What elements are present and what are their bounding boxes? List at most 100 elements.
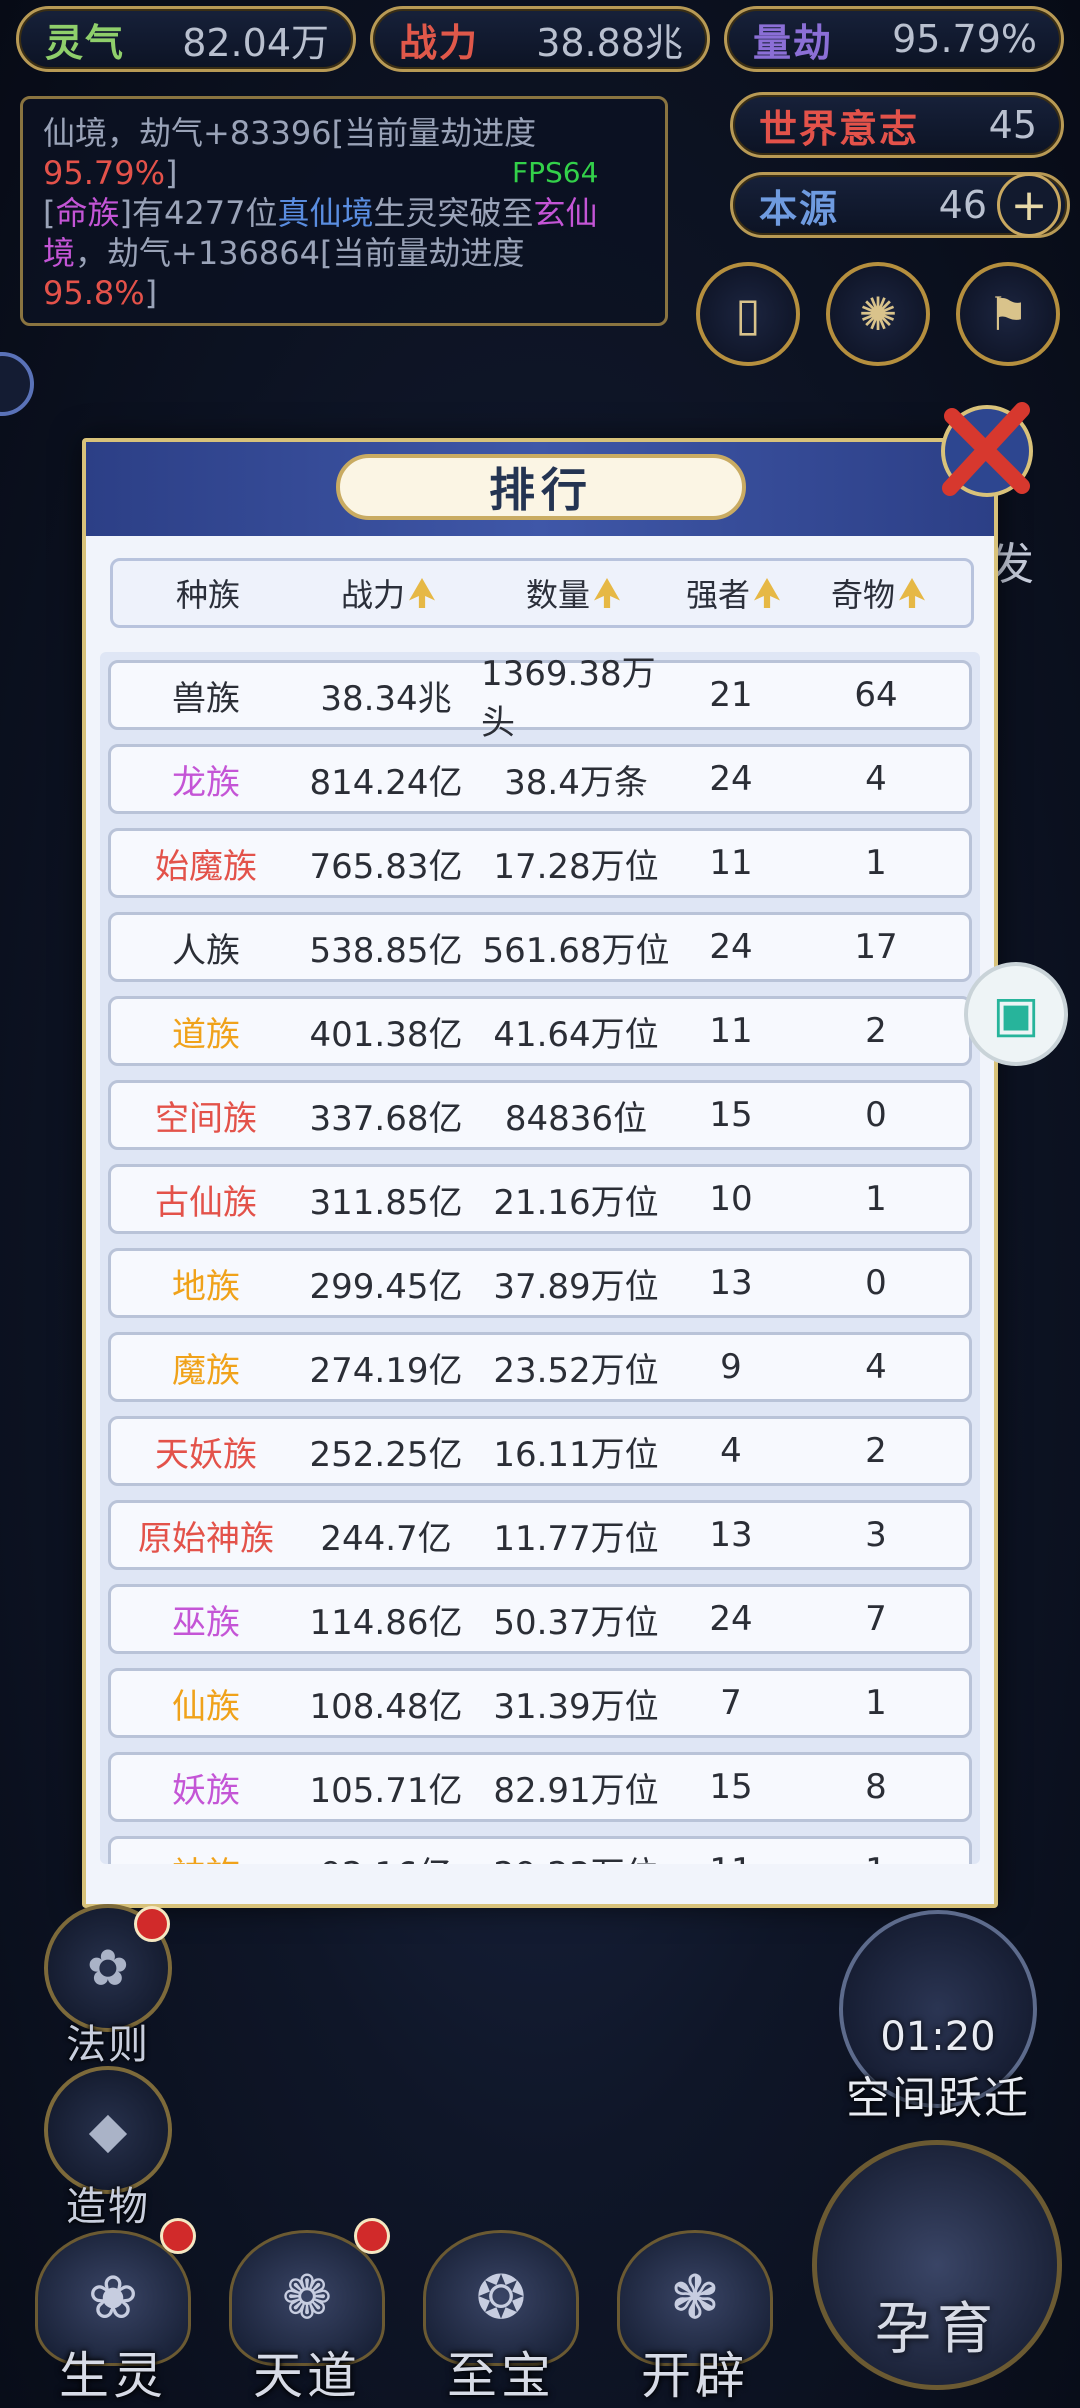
row-power: 274.19亿 — [309, 1350, 463, 1391]
row-race: 龙族 — [172, 762, 240, 803]
zhibao-button[interactable]: ❂ 至宝 — [416, 2230, 586, 2408]
table-row[interactable]: 古仙族 311.85亿 21.16万位 10 1 — [108, 1164, 972, 1234]
zaowu-label: 造物 — [66, 2184, 150, 2230]
row-treasure: 7 — [865, 1599, 887, 1639]
row-race: 天妖族 — [155, 1434, 257, 1475]
liangjie-stat: 量劫 95.79% — [724, 6, 1064, 72]
lingqi-value: 82.04万 — [182, 20, 329, 65]
row-race: 神族 — [131, 1839, 281, 1865]
table-row[interactable]: 地族 299.45亿 37.89万位 13 0 — [108, 1248, 972, 1318]
header-treasure-label: 奇物 — [830, 576, 895, 614]
row-race: 古仙族 — [155, 1182, 257, 1223]
yunyu-button[interactable]: 孕育 — [812, 2140, 1062, 2390]
log-realm: 境 — [43, 234, 76, 272]
header-strong[interactable]: 强者 — [673, 561, 793, 625]
row-treasure: 4 — [865, 759, 887, 799]
row-strong: 11 — [671, 1839, 791, 1864]
row-power: 337.68亿 — [309, 1098, 463, 1139]
log-line-4: 95.8%] — [43, 273, 645, 313]
header-power-label: 战力 — [340, 576, 405, 614]
row-count: 561.68万位 — [482, 930, 670, 971]
header-count[interactable]: 数量 — [493, 561, 653, 625]
header-treasure[interactable]: 奇物 — [813, 561, 943, 625]
space-jump-time: 01:20 — [880, 2014, 996, 2060]
row-power: 92.16亿 — [301, 1839, 471, 1865]
table-row[interactable]: 仙族 108.48亿 31.39万位 7 1 — [108, 1668, 972, 1738]
header-race: 种族 — [133, 561, 283, 625]
row-count: 1369.38万头 — [481, 654, 656, 743]
ranking-list[interactable]: 兽族 38.34兆 1369.38万头 21 64 龙族 814.24亿 38.4万条 24 4 始… — [100, 652, 980, 1864]
table-row[interactable]: 道族 401.38亿 41.64万位 11 2 — [108, 996, 972, 1066]
row-power: 105.71亿 — [309, 1770, 463, 1811]
right-edge-button[interactable]: 发 — [990, 520, 1080, 600]
shengling-button[interactable]: ❀ 生灵 — [28, 2230, 198, 2408]
row-count: 21.16万位 — [493, 1182, 659, 1223]
left-edge-badge[interactable] — [0, 352, 34, 416]
space-jump-label: 空间跃迁 — [846, 2073, 1030, 2124]
table-row[interactable]: 巫族 114.86亿 50.37万位 24 7 — [108, 1584, 972, 1654]
cube-icon[interactable]: ▣ — [964, 962, 1068, 1066]
ranking-table-header: 种族 战力 数量 强者 奇物 — [110, 558, 974, 628]
modal-title: 排行 — [336, 454, 746, 520]
table-row[interactable]: 妖族 105.71亿 82.91万位 15 8 — [108, 1752, 972, 1822]
row-race: 地族 — [172, 1266, 240, 1307]
card-icon[interactable]: ▯ — [696, 262, 800, 366]
row-strong: 7 — [720, 1683, 742, 1723]
row-treasure: 17 — [854, 927, 898, 967]
sort-arrow-icon — [754, 578, 780, 608]
log-text: ] — [144, 274, 158, 312]
event-log: 仙境，劫气+83396[当前量劫进度 95.79%] [命族]有4277位真仙境… — [20, 96, 668, 326]
row-race: 妖族 — [172, 1770, 240, 1811]
row-power: 244.7亿 — [320, 1518, 452, 1559]
row-treasure: 1 — [865, 1179, 887, 1219]
lingqi-stat: 灵气 82.04万 — [16, 6, 356, 72]
row-power: 765.83亿 — [309, 846, 463, 887]
table-row[interactable]: 始魔族 765.83亿 17.28万位 11 1 — [108, 828, 972, 898]
log-realm: 真仙境 — [277, 194, 374, 232]
row-race: 空间族 — [155, 1098, 257, 1139]
row-treasure: 1 — [865, 843, 887, 883]
notification-dot — [160, 2218, 196, 2254]
scroll-icon[interactable]: ⚑ — [956, 262, 1060, 366]
kaipi-button[interactable]: ❃ 开辟 — [610, 2230, 780, 2408]
table-row[interactable]: 天妖族 252.25亿 16.11万位 4 2 — [108, 1416, 972, 1486]
benyuan-value: 46 — [938, 183, 987, 227]
fps-counter: FPS64 — [512, 156, 599, 189]
table-row[interactable]: 原始神族 244.7亿 11.77万位 13 3 — [108, 1500, 972, 1570]
zaowu-button[interactable]: ◆ 造物 — [44, 2066, 172, 2232]
header-power[interactable]: 战力 — [313, 561, 463, 625]
table-row[interactable]: 魔族 274.19亿 23.52万位 9 4 — [108, 1332, 972, 1402]
row-strong: 13 — [709, 1515, 753, 1555]
row-count: 41.64万位 — [493, 1014, 659, 1055]
table-row[interactable]: 兽族 38.34兆 1369.38万头 21 64 — [108, 654, 972, 743]
row-strong: 24 — [709, 1599, 753, 1639]
zhibao-label: 至宝 — [447, 2347, 555, 2405]
log-line-2: [命族]有4277位真仙境生灵突破至玄仙 — [43, 193, 645, 233]
close-icon[interactable] — [932, 396, 1042, 506]
table-row[interactable]: 龙族 814.24亿 38.4万条 24 4 — [108, 744, 972, 814]
row-treasure: 2 — [865, 1431, 887, 1471]
sort-arrow-icon — [594, 578, 620, 608]
row-count: 38.4万条 — [504, 762, 648, 803]
log-text: ，劫气+136864[当前量劫进度 — [75, 234, 525, 272]
row-race: 巫族 — [172, 1602, 240, 1643]
header-count-label: 数量 — [525, 576, 590, 614]
shengling-label: 生灵 — [59, 2347, 167, 2405]
zhanli-value: 38.88兆 — [536, 20, 683, 65]
tiandao-button[interactable]: ❁ 天道 — [222, 2230, 392, 2408]
table-row[interactable]: 空间族 337.68亿 84836位 15 0 — [108, 1080, 972, 1150]
row-strong: 21 — [709, 675, 753, 715]
vortex-icon[interactable]: ✺ — [826, 262, 930, 366]
row-treasure: 3 — [865, 1515, 887, 1555]
row-race: 道族 — [172, 1014, 240, 1055]
zhanli-label: 战力 — [399, 20, 480, 65]
add-benyuan-button[interactable]: + — [997, 173, 1061, 237]
row-race: 人族 — [172, 930, 240, 971]
table-row[interactable]: 人族 538.85亿 561.68万位 24 17 — [108, 912, 972, 982]
space-jump-button[interactable]: 01:20 空间跃迁 — [838, 1910, 1038, 2124]
notification-dot — [354, 2218, 390, 2254]
row-count: 31.39万位 — [493, 1686, 659, 1727]
row-race: 始魔族 — [155, 846, 257, 887]
table-row[interactable]: 神族92.16亿29.23万位111 — [108, 1836, 972, 1864]
row-count: 82.91万位 — [493, 1770, 659, 1811]
